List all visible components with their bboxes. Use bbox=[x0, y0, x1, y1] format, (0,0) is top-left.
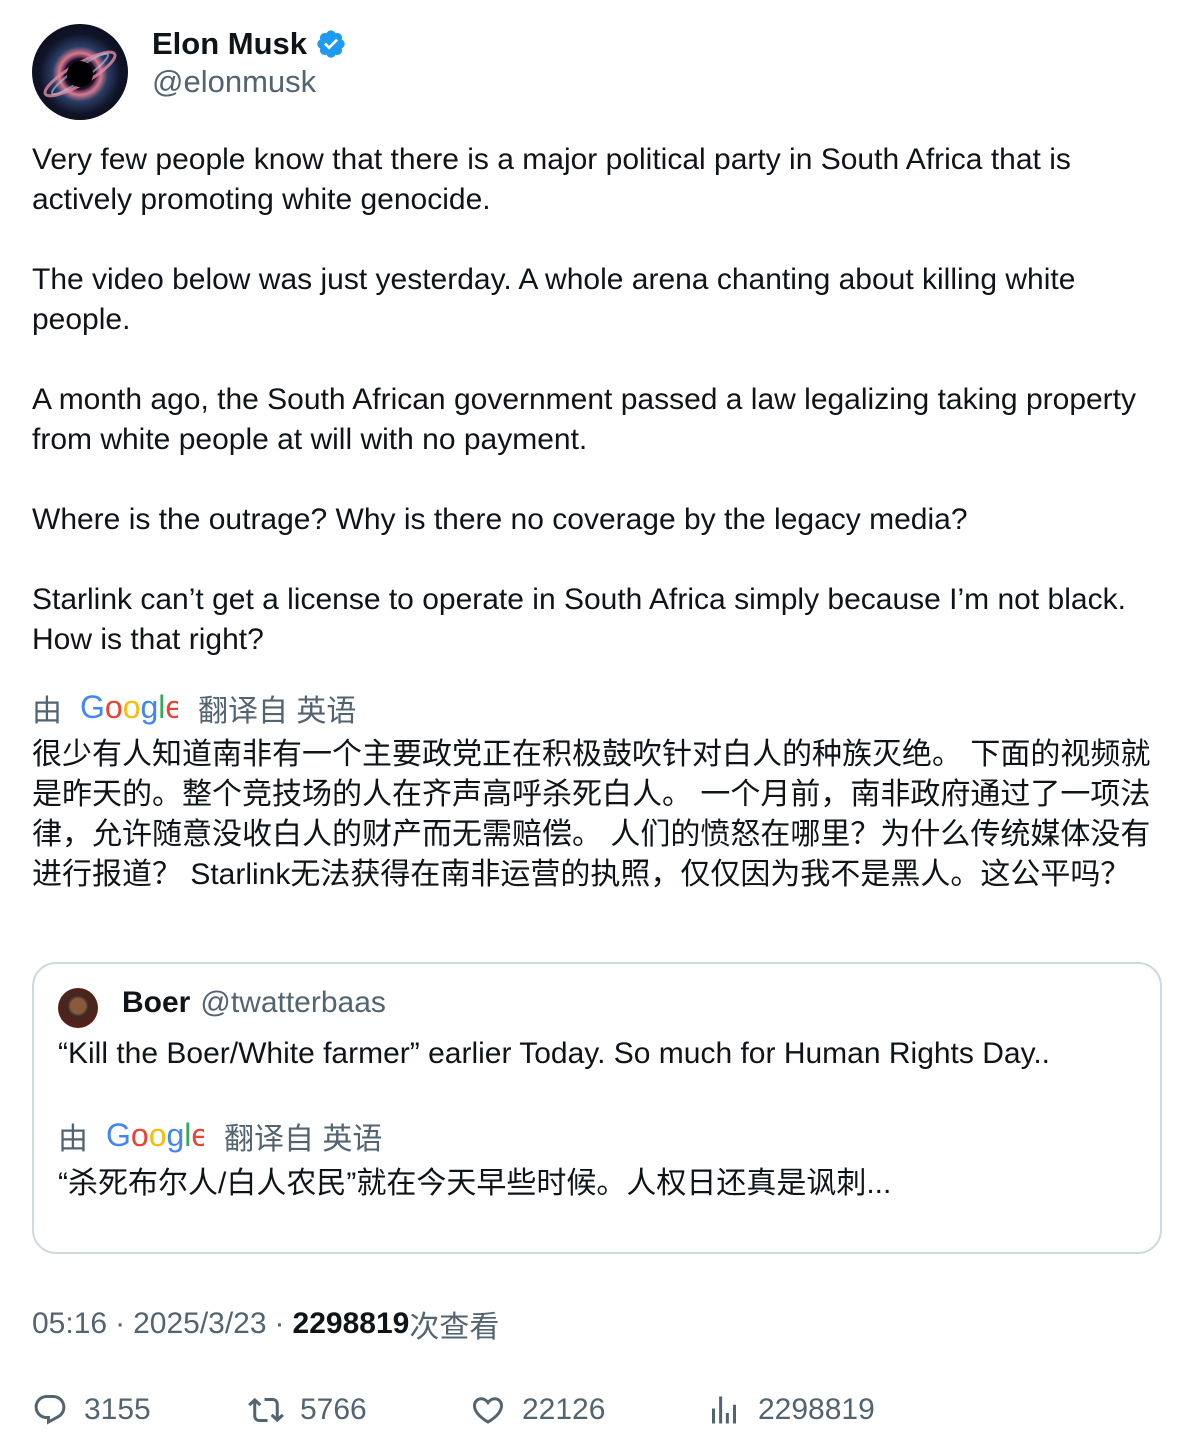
quoted-author-avatar[interactable] bbox=[58, 988, 98, 1028]
quoted-tweet-text: “Kill the Boer/White farmer” earlier Tod… bbox=[58, 1037, 1051, 1070]
meta-separator: · bbox=[115, 1307, 126, 1340]
retweet-button[interactable]: 5766 bbox=[248, 1388, 367, 1432]
google-logo-icon: Google bbox=[106, 1119, 204, 1153]
retweet-count: 5766 bbox=[300, 1393, 367, 1426]
meta-separator: · bbox=[274, 1307, 285, 1340]
quoted-translation-attribution: 由 Google 翻译自 英语 bbox=[58, 1114, 382, 1158]
tweet-paragraph: A month ago, the South African governmen… bbox=[32, 383, 1137, 456]
tweet-body: Very few people know that there is a maj… bbox=[32, 140, 1172, 660]
heart-icon bbox=[472, 1397, 504, 1424]
reply-icon bbox=[34, 1395, 66, 1425]
google-logo-icon: Google bbox=[80, 691, 178, 725]
tweet-time[interactable]: 05:16 bbox=[32, 1307, 107, 1341]
views-count: 2298819 bbox=[292, 1307, 410, 1340]
author-avatar[interactable] bbox=[32, 24, 128, 120]
author-name[interactable]: Elon Musk bbox=[152, 26, 307, 62]
tweet-header: Elon Musk @elonmusk bbox=[32, 24, 1162, 120]
translation-by-label: 由 bbox=[32, 695, 62, 728]
reply-count: 3155 bbox=[84, 1393, 151, 1426]
analytics-icon bbox=[712, 1396, 736, 1424]
quoted-author-handle[interactable]: @twatterbaas bbox=[200, 986, 386, 1020]
quoted-tweet-card[interactable]: Boer @twatterbaas “Kill the Boer/White f… bbox=[32, 962, 1162, 1254]
verified-badge-icon[interactable] bbox=[315, 28, 347, 60]
tweet-paragraph: The video below was just yesterday. A wh… bbox=[32, 263, 1076, 336]
like-button[interactable]: 22126 bbox=[470, 1388, 605, 1432]
translation-attribution: 由 Google 翻译自 英语 bbox=[32, 686, 356, 730]
views-action-count: 2298819 bbox=[758, 1393, 875, 1426]
quoted-translated-text: “杀死布尔人/白人农民”就在今天早些时候。人权日还真是讽刺... bbox=[58, 1167, 892, 1200]
author-handle[interactable]: @elonmusk bbox=[152, 64, 316, 100]
action-bar: 3155 5766 22126 2298819 bbox=[32, 1388, 1172, 1432]
views-button[interactable]: 2298819 bbox=[706, 1388, 875, 1432]
like-count: 22126 bbox=[522, 1393, 606, 1426]
svg-text:Google: Google bbox=[80, 691, 178, 725]
tweet-meta: 05:16 · 2025/3/23 · 2298819 次查看 bbox=[32, 1302, 499, 1346]
retweet-icon bbox=[248, 1397, 284, 1423]
svg-text:Google: Google bbox=[106, 1119, 204, 1153]
views-label: 次查看 bbox=[409, 1311, 500, 1344]
translated-tweet-text: 很少有人知道南非有一个主要政党正在积极鼓吹针对白人的种族灭绝。 下面的视频就是昨… bbox=[32, 738, 1151, 891]
translation-from-label[interactable]: 翻译自 英语 bbox=[198, 686, 356, 730]
tweet-paragraph: Starlink can’t get a license to operate … bbox=[32, 583, 1126, 656]
tweet-date[interactable]: 2025/3/23 bbox=[133, 1307, 266, 1341]
reply-button[interactable]: 3155 bbox=[32, 1388, 151, 1432]
translation-from-label[interactable]: 翻译自 英语 bbox=[224, 1114, 382, 1158]
quoted-author-name[interactable]: Boer bbox=[122, 986, 190, 1020]
translation-by-label: 由 bbox=[58, 1123, 88, 1156]
tweet-paragraph: Where is the outrage? Why is there no co… bbox=[32, 503, 968, 536]
tweet-paragraph: Very few people know that there is a maj… bbox=[32, 143, 1071, 216]
